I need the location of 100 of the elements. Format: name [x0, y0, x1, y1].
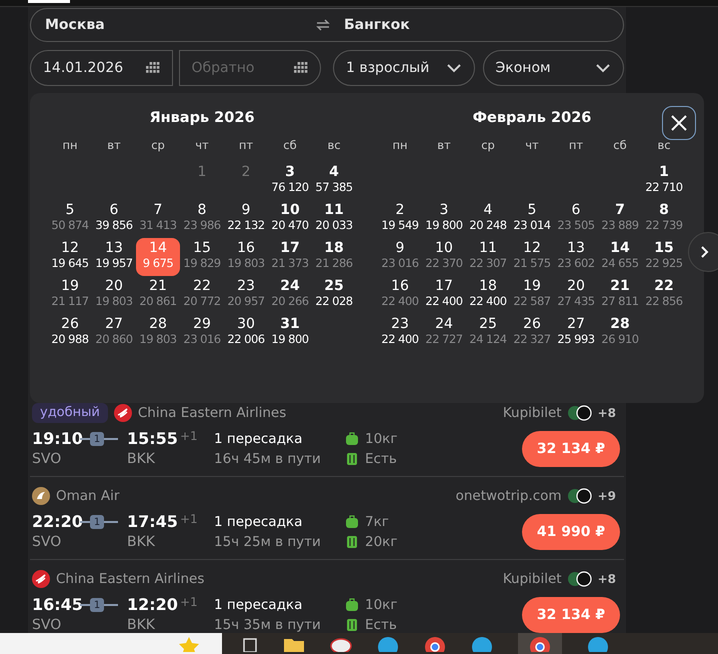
calendar-day[interactable]: 28 19 803 [136, 314, 180, 352]
arrival-airport: BKK [127, 450, 156, 469]
calendar-day[interactable]: 11 20 033 [312, 200, 356, 238]
calendar-day[interactable]: 9 23 016 [378, 238, 422, 276]
weekday-label: вс [656, 137, 672, 154]
calendar-day[interactable]: 23 20 957 [224, 276, 268, 314]
calendar-day[interactable]: 28 26 910 [598, 314, 642, 352]
app-icon[interactable] [330, 636, 352, 652]
calendar-day[interactable]: 26 22 327 [510, 314, 554, 352]
calendar-day[interactable]: 29 23 016 [180, 314, 224, 352]
next-day-mark: +1 [180, 429, 198, 443]
calendar-day[interactable]: 4 20 248 [466, 200, 510, 238]
calendar-day[interactable]: 19 22 587 [510, 276, 554, 314]
date-field[interactable]: 14.01.2026 [30, 50, 172, 86]
calendar-day[interactable]: 6 23 505 [554, 200, 598, 238]
departure-airport: SVO [32, 616, 62, 635]
agency-logos-icon [568, 488, 592, 504]
calendar-day[interactable]: 18 21 286 [312, 238, 356, 276]
calendar-day[interactable]: 13 23 602 [554, 238, 598, 276]
calendar-day[interactable]: 22 22 856 [642, 276, 686, 314]
transfer-info: 1 пересадка [214, 430, 304, 449]
calendar-day[interactable]: 27 20 860 [92, 314, 136, 352]
backpack-icon [345, 515, 359, 529]
calendar-day[interactable]: 5 50 874 [48, 200, 92, 238]
messenger-icon[interactable] [377, 636, 399, 652]
calendar-day[interactable]: 6 39 856 [92, 200, 136, 238]
departure-airport: SVO [32, 533, 62, 552]
calendar-day[interactable]: 15 19 829 [180, 238, 224, 276]
calendar-day[interactable]: 10 20 470 [268, 200, 312, 238]
browser-icon[interactable] [424, 636, 446, 652]
passengers-dropdown[interactable]: 1 взрослый [333, 50, 474, 86]
messenger-icon[interactable] [471, 636, 493, 652]
calendar-day[interactable]: 1 22 710 [642, 162, 686, 200]
swap-icon[interactable] [316, 19, 330, 31]
calendar-day[interactable]: 15 22 925 [642, 238, 686, 276]
calendar-day[interactable]: 5 23 014 [510, 200, 554, 238]
class-dropdown[interactable]: Эконом [482, 50, 624, 86]
calendar-day[interactable]: 17 21 373 [268, 238, 312, 276]
calendar-day[interactable]: 31 19 800 [268, 314, 312, 352]
calendar-day[interactable]: 8 22 739 [642, 200, 686, 238]
calendar-day[interactable]: 7 31 413 [136, 200, 180, 238]
calendar-day[interactable]: 30 22 006 [224, 314, 268, 352]
calendar-day[interactable]: 14 24 655 [598, 238, 642, 276]
calendar-day[interactable]: 12 19 645 [48, 238, 92, 276]
weekday-label: пн [391, 137, 409, 154]
calendar-day[interactable]: 26 20 988 [48, 314, 92, 352]
hand-luggage-info: 10кг [365, 596, 398, 615]
calendar-day[interactable]: 18 22 400 [466, 276, 510, 314]
calendar-day[interactable]: 4 57 385 [312, 162, 356, 200]
calendar-icon [146, 62, 160, 74]
month-title: Январь 2026 [149, 109, 255, 128]
calendar-day[interactable]: 16 19 803 [224, 238, 268, 276]
calendar-day[interactable]: 25 22 028 [312, 276, 356, 314]
calendar-icon [294, 62, 308, 74]
baggage-info: 20кг [365, 532, 398, 552]
calendar-day[interactable]: 2 19 549 [378, 200, 422, 238]
stops-count: 1 [90, 598, 104, 612]
calendar-day[interactable]: 13 19 957 [92, 238, 136, 276]
calendar-day[interactable]: 21 20 861 [136, 276, 180, 314]
arrival-time: 15:55 [127, 429, 178, 449]
weekday-label: сб [612, 137, 628, 154]
route-field[interactable]: Москва Бангкок [30, 8, 624, 42]
weekday-label: пт [568, 137, 584, 154]
airline-logo-icon [32, 570, 50, 588]
transfer-info: 1 пересадка [214, 596, 304, 615]
calendar-day[interactable]: 12 21 575 [510, 238, 554, 276]
stops-count: 1 [90, 432, 104, 446]
departure-time: 19:10 [32, 429, 80, 449]
calendar-day[interactable]: 24 20 266 [268, 276, 312, 314]
weekday-label: ср [480, 137, 496, 154]
calendar-day[interactable]: 7 23 889 [598, 200, 642, 238]
airline-name: Oman Air [56, 486, 120, 506]
calendar-day[interactable]: 8 23 986 [180, 200, 224, 238]
flight-duration: 15ч 35м в пути [214, 616, 322, 635]
next-day-mark: +1 [180, 595, 198, 609]
calendar-day[interactable]: 20 19 803 [92, 276, 136, 314]
calendar-day[interactable]: 3 76 120 [268, 162, 312, 200]
close-button[interactable] [662, 106, 696, 140]
calendar-day[interactable]: 10 22 370 [422, 238, 466, 276]
calendar-day[interactable]: 16 22 400 [378, 276, 422, 314]
calendar-day[interactable]: 11 22 307 [466, 238, 510, 276]
backpack-icon [345, 432, 359, 446]
baggage-info: Есть [365, 450, 397, 469]
messenger-icon[interactable] [587, 636, 609, 652]
departure-time: 16:45 [32, 595, 80, 615]
calendar-day[interactable]: 24 22 727 [422, 314, 466, 352]
calendar-day[interactable]: 3 19 800 [422, 200, 466, 238]
file-icon[interactable] [242, 636, 258, 652]
calendar-day[interactable]: 17 22 400 [422, 276, 466, 314]
calendar-day[interactable]: 22 20 772 [180, 276, 224, 314]
airline-logo-icon [32, 487, 50, 505]
calendar-day[interactable]: 20 27 435 [554, 276, 598, 314]
weekday-label: ср [150, 137, 166, 154]
calendar-day[interactable]: 21 27 811 [598, 276, 642, 314]
calendar-day[interactable]: 27 25 993 [554, 314, 598, 352]
active-taskbar-item[interactable] [518, 633, 562, 654]
calendar-day[interactable]: 23 22 400 [378, 314, 422, 352]
calendar-day[interactable]: 9 22 132 [224, 200, 268, 238]
calendar-day[interactable]: 25 24 124 [466, 314, 510, 352]
calendar-day[interactable]: 19 21 117 [48, 276, 92, 314]
